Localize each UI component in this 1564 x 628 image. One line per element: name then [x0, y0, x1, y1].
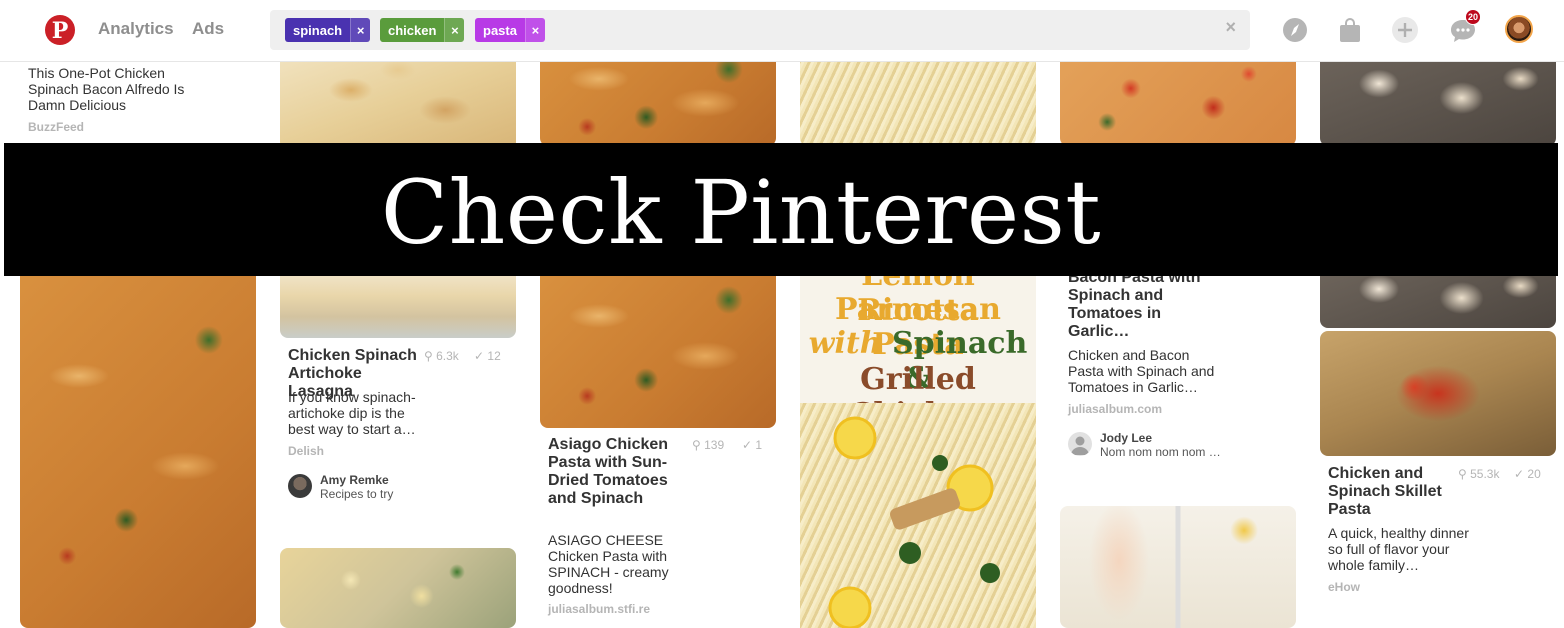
pin-image-asiago-top[interactable] — [540, 50, 776, 146]
banner-title: Check Pinterest — [380, 161, 1102, 264]
top-navigation-bar: P Analytics Ads spinach × chicken × past… — [0, 0, 1564, 62]
pin-image-lemon-ricotta-title[interactable]: Lemon Ricotta Parmesan Pasta with Spinac… — [800, 258, 1036, 408]
tried-count: ✓ 1 — [742, 438, 763, 452]
nav-ads-link[interactable]: Ads — [192, 19, 224, 39]
saves-value: 139 — [704, 438, 725, 452]
shopping-bag-icon[interactable] — [1336, 16, 1364, 44]
board-name[interactable]: Recipes to try — [320, 487, 393, 501]
saves-count: ⚲ 55.3k — [1458, 467, 1500, 481]
nav-analytics-link[interactable]: Analytics — [98, 19, 174, 39]
pin-source[interactable]: BuzzFeed — [28, 120, 84, 134]
notification-badge: 20 — [1465, 9, 1481, 25]
pin-description: A quick, healthy dinner so full of flavo… — [1328, 525, 1469, 573]
pin-image-linguine-chicken[interactable] — [800, 403, 1036, 628]
tried-value: 12 — [487, 349, 501, 363]
pin-image-alfredo[interactable] — [280, 50, 516, 150]
remove-chip-icon[interactable]: × — [524, 18, 545, 42]
search-bar[interactable]: spinach × chicken × pasta × × — [270, 10, 1250, 50]
saves-value: 6.3k — [436, 349, 459, 363]
search-chip-chicken[interactable]: chicken × — [380, 18, 465, 42]
pin-image-bacon-pasta[interactable] — [1060, 50, 1296, 146]
pin-title[interactable]: Chicken and Spinach Skillet Pasta — [1328, 465, 1453, 519]
pin-image-phyllo-dough[interactable] — [1060, 506, 1296, 628]
search-chip-pasta[interactable]: pasta × — [475, 18, 545, 42]
pin-title[interactable]: Asiago Chicken Pasta with Sun-Dried Toma… — [548, 436, 678, 508]
pin-title[interactable]: This One-Pot Chicken Spinach Bacon Alfre… — [28, 65, 188, 113]
pin-description: Chicken and Bacon Pasta with Spinach and… — [1068, 347, 1215, 395]
pinner-name[interactable]: Amy Remke — [320, 473, 389, 487]
remove-chip-icon[interactable]: × — [444, 18, 465, 42]
pin-image-chicken-pieces[interactable] — [1320, 50, 1556, 146]
pin-image-lasagna[interactable] — [280, 268, 516, 338]
title-banner: Check Pinterest — [4, 143, 1558, 276]
pinner-name[interactable]: Jody Lee — [1100, 431, 1152, 445]
saves-value: 55.3k — [1470, 467, 1500, 481]
recipe-title-line: Grilled Chicken — [849, 362, 986, 408]
logo-glyph: P — [51, 17, 69, 44]
user-avatar[interactable] — [288, 474, 312, 498]
remove-chip-icon[interactable]: × — [350, 18, 371, 42]
clear-search-icon[interactable]: × — [1225, 17, 1236, 38]
pin-description: ASIAGO CHEESE Chicken Pasta with SPINACH… — [548, 532, 669, 596]
chip-label: spinach — [293, 22, 343, 38]
pin-image-skillet-tomatoes[interactable] — [1320, 331, 1556, 456]
pin-source[interactable]: juliasalbum.stfi.re — [548, 602, 650, 616]
tried-count: ✓ 12 — [474, 349, 501, 363]
user-avatar[interactable] — [1068, 432, 1092, 456]
tried-value: 1 — [755, 438, 763, 452]
pin-source[interactable]: juliasalbum.com — [1068, 402, 1162, 416]
pin-image-pasta-salad[interactable] — [280, 548, 516, 628]
saves-count: ⚲ 139 — [692, 438, 725, 452]
saves-count: ⚲ 6.3k — [424, 349, 459, 363]
board-name[interactable]: Nom nom nom nom … — [1100, 445, 1221, 459]
plus-icon[interactable] — [1391, 16, 1419, 44]
pin-image-asiago[interactable] — [540, 268, 776, 428]
pin-image-penne-spinach[interactable] — [20, 268, 256, 628]
recipe-title-word: with — [808, 326, 882, 361]
pin-image-skillet-top[interactable] — [1320, 268, 1556, 328]
search-chip-spinach[interactable]: spinach × — [285, 18, 371, 42]
compass-icon[interactable] — [1281, 16, 1309, 44]
profile-avatar[interactable] — [1505, 15, 1533, 43]
pinterest-logo-icon[interactable]: P — [45, 15, 75, 45]
tried-count: ✓ 20 — [1514, 467, 1541, 481]
pin-title[interactable]: Bacon Pasta with Spinach and Tomatoes in… — [1068, 269, 1208, 341]
tried-value: 20 — [1527, 467, 1541, 481]
pin-source[interactable]: Delish — [288, 444, 324, 458]
chip-label: pasta — [483, 22, 517, 38]
pin-image-linguine-top[interactable] — [800, 50, 1036, 146]
pin-source[interactable]: eHow — [1328, 580, 1360, 594]
chip-label: chicken — [388, 22, 437, 38]
pin-description: If you know spinach-artichoke dip is the… — [288, 389, 416, 437]
